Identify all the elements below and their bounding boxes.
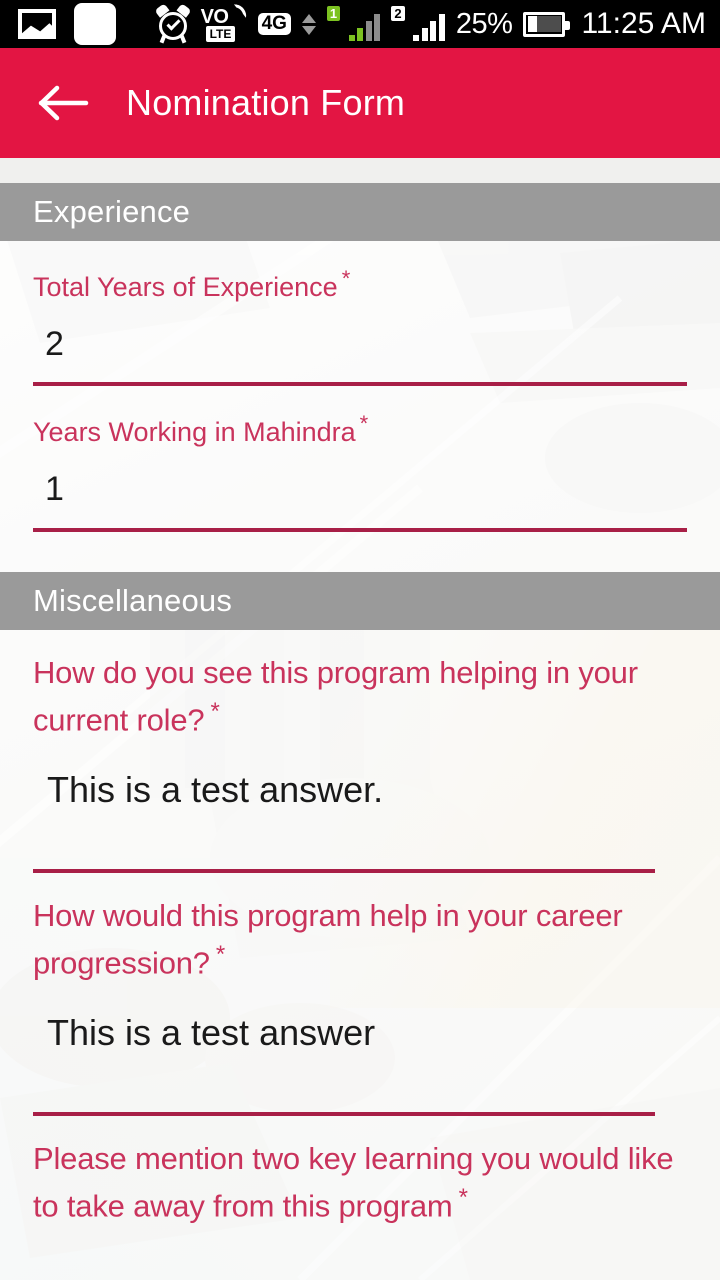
field-label-text: Years Working in Mahindra [33,417,356,448]
field-total-years-of-experience[interactable]: Total Years of Experience * 2 [0,241,720,387]
field-label: Years Working in Mahindra * [33,386,687,451]
network-type-badge: 4G [257,13,291,35]
battery-icon [523,11,571,37]
required-asterisk: * [210,697,220,725]
answer-spacer [33,811,687,869]
field-value[interactable]: 2 [33,306,687,365]
question-answer[interactable]: This is a test answer [33,985,687,1054]
section-title: Miscellaneous [33,582,233,618]
field-value[interactable]: 1 [33,451,687,510]
status-bar: VO LTE 4G 1 2 25% 11:25 AM [0,0,720,48]
form-scroll-area[interactable]: Experience Total Years of Experience * 2 … [0,158,720,1280]
question-label: How do you see this program helping in y… [33,630,687,742]
back-button[interactable] [36,75,92,131]
required-asterisk: * [215,940,225,968]
required-asterisk: * [359,411,369,437]
top-gap-strip [0,158,720,183]
field-two-key-learnings[interactable]: Please mention two key learning you woul… [0,1116,720,1254]
volte-secondary-label: LTE [205,26,236,42]
volte-arc-icon [231,4,248,18]
answer-spacer [33,1054,687,1112]
app-bar: Nomination Form [0,48,720,158]
alarm-icon [154,3,192,44]
question-answer[interactable]: This is a test answer. [33,742,687,811]
sim1-badge-label: 1 [326,6,341,21]
sim1-signal-icon: 1 [326,6,381,41]
field-program-helping-current-role[interactable]: How do you see this program helping in y… [0,630,720,873]
required-asterisk: * [458,1183,468,1211]
section-header-experience: Experience [0,183,720,241]
field-label-text: Total Years of Experience [33,272,338,302]
section-title: Experience [33,194,191,229]
arrow-left-icon [38,85,89,121]
question-label: Please mention two key learning you woul… [33,1116,687,1228]
form-content: Experience Total Years of Experience * 2 … [0,158,720,1254]
photo-icon [18,9,56,39]
status-bar-left-icons [18,3,116,45]
field-label: Total Years of Experience * [33,241,687,306]
sim2-signal-icon: 2 [391,6,445,41]
field-program-career-progression[interactable]: How would this program help in your care… [0,873,720,1116]
question-label-text: How do you see this program helping in y… [33,654,638,737]
question-label: How would this program help in your care… [33,873,687,985]
question-label-text: How would this program help in your care… [33,897,623,980]
sim2-badge-label: 2 [391,6,405,21]
volte-icon: VO LTE [200,4,248,42]
volte-primary-label: VO [200,6,229,28]
question-answer[interactable] [33,1228,687,1254]
battery-percent-label: 25% [455,7,513,40]
status-bar-right-icons: VO LTE 4G 1 2 25% 11:25 AM [154,3,706,44]
blank-app-icon [74,3,116,45]
clock-label: 11:25 AM [581,7,706,40]
section-header-miscellaneous: Miscellaneous [0,571,720,630]
field-years-working-in-mahindra[interactable]: Years Working in Mahindra * 1 [0,386,720,532]
data-transfer-icon [301,13,316,35]
question-label-text: Please mention two key learning you woul… [33,1140,674,1224]
required-asterisk: * [341,266,351,291]
page-title: Nomination Form [126,82,406,123]
